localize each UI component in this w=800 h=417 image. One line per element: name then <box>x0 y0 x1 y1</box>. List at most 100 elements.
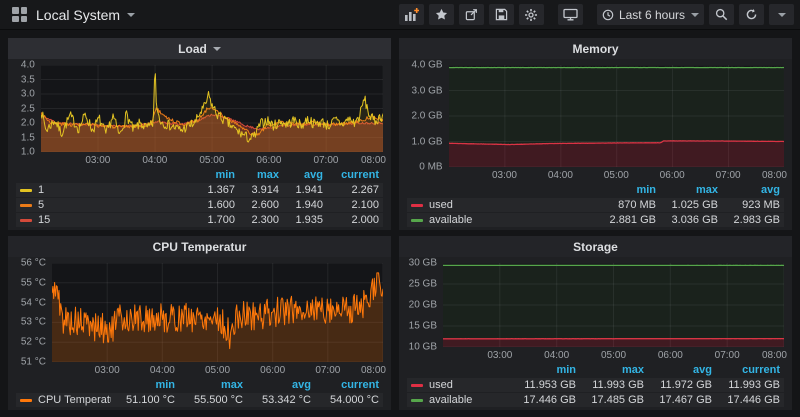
star-button[interactable] <box>429 4 454 25</box>
legend-series-name[interactable]: CPU Temperatur <box>16 394 111 406</box>
plot-area[interactable] <box>449 65 784 167</box>
panel-title-text: Load <box>178 42 207 56</box>
x-axis-label: 07:00 <box>315 365 340 376</box>
save-button[interactable] <box>489 4 514 25</box>
y-axis-label: 30 GB <box>409 258 437 269</box>
legend-series-name[interactable]: available <box>407 394 512 406</box>
legend-header: minmaxavgcurrent <box>16 378 383 392</box>
legend-value: 54.000 °C <box>315 394 383 406</box>
legend-value: 51.100 °C <box>111 394 179 406</box>
legend-value: 2.300 <box>239 214 283 226</box>
y-axis-label: 10 GB <box>409 342 437 353</box>
legend-column-avg[interactable]: avg <box>283 169 327 181</box>
legend-column-max[interactable]: max <box>580 364 648 376</box>
legend-series-name[interactable]: used <box>407 379 512 391</box>
panel-memory: Memory 4.0 GB3.0 GB2.0 GB1.0 GB0 MB 03:0… <box>399 38 792 230</box>
legend-value: 55.500 °C <box>179 394 247 406</box>
share-button[interactable] <box>459 4 484 25</box>
legend-series-name[interactable]: 15 <box>16 214 195 226</box>
legend-value: 2.983 GB <box>722 214 784 226</box>
series-color-swatch <box>411 384 423 387</box>
panel-header-load[interactable]: Load <box>8 38 391 59</box>
dashboard-title[interactable]: Local System <box>36 7 120 23</box>
legend-value: 923 MB <box>722 199 784 211</box>
y-axis-label: 3.0 <box>21 89 35 100</box>
refresh-interval-button[interactable] <box>769 4 794 25</box>
legend-column-current[interactable]: current <box>315 379 383 391</box>
y-axis: 30 GB25 GB20 GB15 GB10 GB <box>403 263 443 347</box>
grafana-logo-icon[interactable] <box>12 7 27 22</box>
refresh-button[interactable] <box>739 4 764 25</box>
add-panel-button[interactable] <box>399 4 424 25</box>
plot-area[interactable] <box>443 263 784 347</box>
chart-memory: 4.0 GB3.0 GB2.0 GB1.0 GB0 MB 03:0004:000… <box>399 59 792 182</box>
legend-value: 2.100 <box>327 199 383 211</box>
legend-column-avg[interactable]: avg <box>648 364 716 376</box>
chevron-down-icon[interactable] <box>127 13 135 17</box>
legend-column-max[interactable]: max <box>179 379 247 391</box>
panel-header-cpu-temperature[interactable]: CPU Temperatur <box>8 236 391 257</box>
legend-row: used11.953 GB11.993 GB11.972 GB11.993 GB <box>407 378 784 392</box>
y-axis-label: 2.0 GB <box>411 111 442 122</box>
y-axis-label: 25 GB <box>409 279 437 290</box>
series-color-swatch <box>411 399 423 402</box>
share-icon <box>465 8 478 21</box>
series-color-swatch <box>20 399 32 402</box>
x-axis: 03:0004:0005:0006:0007:0008:00 <box>52 362 383 377</box>
dashboard-grid: Load 4.03.53.02.52.01.51.0 03:0004:0005:… <box>0 30 800 417</box>
settings-button[interactable] <box>519 4 544 25</box>
legend-series-name[interactable]: used <box>407 199 598 211</box>
x-axis-label: 05:00 <box>604 170 629 181</box>
x-axis-label: 05:00 <box>601 350 626 361</box>
y-axis-label: 0 MB <box>419 162 442 173</box>
legend-column-min[interactable]: min <box>598 184 660 196</box>
panel-header-storage[interactable]: Storage <box>399 236 792 257</box>
y-axis-label: 1.0 GB <box>411 136 442 147</box>
legend-column-min[interactable]: min <box>512 364 580 376</box>
legend-row: CPU Temperatur51.100 °C55.500 °C53.342 °… <box>16 393 383 407</box>
legend-header: minmaxavgcurrent <box>407 363 784 377</box>
legend-value: 3.914 <box>239 184 283 196</box>
legend-column-min[interactable]: min <box>195 169 239 181</box>
x-axis-label: 03:00 <box>492 170 517 181</box>
x-axis-label: 03:00 <box>487 350 512 361</box>
x-axis-label: 06:00 <box>660 170 685 181</box>
legend-value: 11.972 GB <box>648 379 716 391</box>
legend-column-avg[interactable]: avg <box>722 184 784 196</box>
panel-title-text: Memory <box>572 42 618 56</box>
tv-mode-button[interactable] <box>558 4 583 25</box>
zoom-out-button[interactable] <box>709 4 734 25</box>
legend-column-current[interactable]: current <box>716 364 784 376</box>
y-axis-label: 4.0 <box>21 60 35 71</box>
plot-area[interactable] <box>41 65 383 152</box>
chevron-down-icon <box>778 13 786 17</box>
panel-load: Load 4.03.53.02.52.01.51.0 03:0004:0005:… <box>8 38 391 230</box>
legend-column-max[interactable]: max <box>239 169 283 181</box>
x-axis-label: 05:00 <box>205 365 230 376</box>
plot-area[interactable] <box>52 263 383 362</box>
legend-column-max[interactable]: max <box>660 184 722 196</box>
x-axis-label: 04:00 <box>548 170 573 181</box>
series-color-swatch <box>20 189 32 192</box>
save-icon <box>495 8 508 21</box>
y-axis-label: 2.5 <box>21 103 35 114</box>
legend-series-name[interactable]: 5 <box>16 199 195 211</box>
x-axis: 03:0004:0005:0006:0007:0008:00 <box>443 347 784 362</box>
legend-value: 53.342 °C <box>247 394 315 406</box>
x-axis-label: 08:00 <box>762 170 787 181</box>
chart-load: 4.03.53.02.52.01.51.0 03:0004:0005:0006:… <box>8 59 391 167</box>
legend-column-min[interactable]: min <box>111 379 179 391</box>
clock-icon <box>602 9 614 21</box>
time-range-button[interactable]: Last 6 hours <box>597 4 704 25</box>
legend-value: 17.446 GB <box>512 394 580 406</box>
legend-value: 11.953 GB <box>512 379 580 391</box>
legend-series-name[interactable]: 1 <box>16 184 195 196</box>
refresh-icon <box>745 8 758 21</box>
legend-column-current[interactable]: current <box>327 169 383 181</box>
legend-header: minmaxavg <box>407 183 784 197</box>
panel-header-memory[interactable]: Memory <box>399 38 792 59</box>
legend-column-avg[interactable]: avg <box>247 379 315 391</box>
legend-header: minmaxavgcurrent <box>16 168 383 182</box>
series-color-swatch <box>20 219 32 222</box>
legend-series-name[interactable]: available <box>407 214 598 226</box>
